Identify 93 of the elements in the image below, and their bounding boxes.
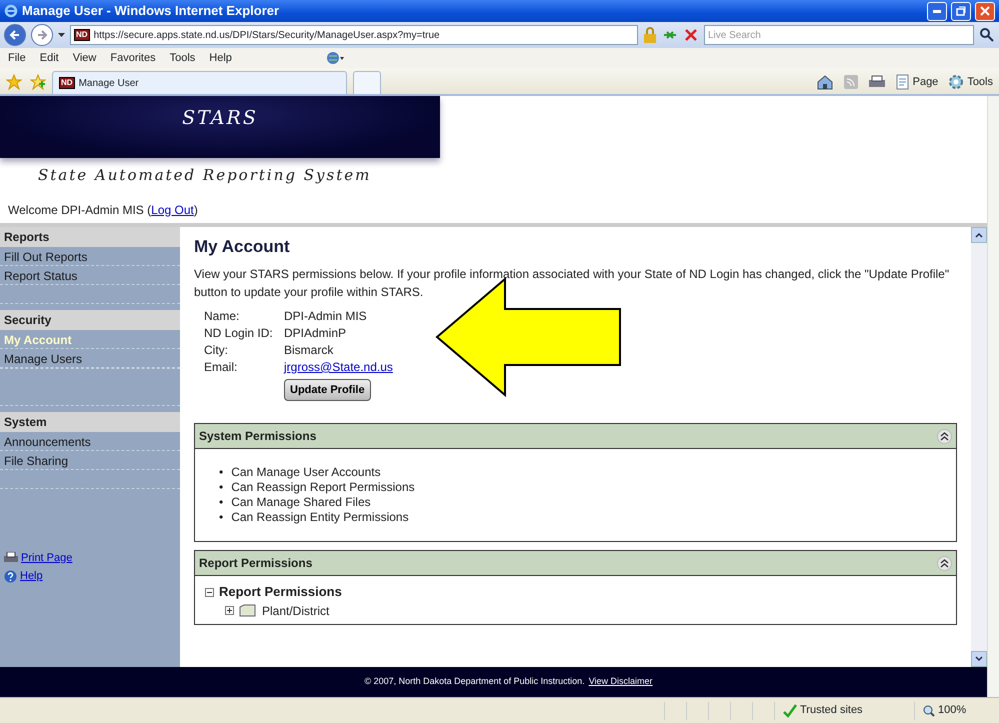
welcome-text: ) xyxy=(194,202,198,216)
panel-title: Report Permissions xyxy=(199,555,312,572)
logout-link[interactable]: Log Out xyxy=(151,202,194,216)
field-label: Email: xyxy=(204,360,238,375)
disclaimer-link[interactable]: View Disclaimer xyxy=(588,675,653,689)
bullet: • xyxy=(219,510,224,526)
site-logo-icon: ND xyxy=(74,29,90,41)
sidebar-link[interactable]: Print Page xyxy=(0,548,180,567)
add-favorite-icon[interactable] xyxy=(30,74,46,90)
intro-text: View your STARS permissions below. If your profile information associated with your State of ND Login has changed, click the "Update Profile" button to update your profile within STARS. xyxy=(194,266,950,301)
menu-item[interactable]: Edit xyxy=(40,50,59,66)
right-arrow-icon xyxy=(36,29,48,41)
sidebar-heading: System xyxy=(0,412,180,432)
globe-icon[interactable] xyxy=(326,50,344,65)
menu-item[interactable]: File xyxy=(8,50,26,66)
sidebar-item[interactable]: Fill Out Reports xyxy=(0,246,180,266)
printer-icon[interactable] xyxy=(868,74,886,90)
restore-icon xyxy=(955,5,967,17)
folder-icon xyxy=(239,604,257,618)
tree-node-label[interactable]: Report Permissions xyxy=(219,582,342,602)
tree-node-label[interactable]: Plant/District xyxy=(262,602,330,620)
page-heading: My Account xyxy=(194,236,291,257)
menu-item[interactable]: Help xyxy=(209,50,232,66)
site-subtitle: State Automated Reporting System xyxy=(37,165,372,186)
update-profile-button[interactable]: Update Profile xyxy=(284,378,371,402)
sidebar-heading: Reports xyxy=(0,226,180,246)
checkmark-icon xyxy=(783,704,797,718)
minimize-button[interactable] xyxy=(927,2,947,20)
close-button[interactable] xyxy=(975,2,995,20)
star-icon[interactable] xyxy=(6,74,22,90)
menu-item[interactable]: Favorites xyxy=(110,50,156,66)
home-icon[interactable] xyxy=(816,74,834,90)
minimize-icon xyxy=(933,10,941,12)
help-icon xyxy=(4,570,17,583)
left-arrow-icon xyxy=(9,29,21,41)
sidebar-item[interactable]: Manage Users xyxy=(0,348,180,368)
double-chevron-icon xyxy=(940,432,949,441)
site-logo: STARS xyxy=(182,107,258,129)
close-icon xyxy=(979,5,991,17)
search-icon[interactable] xyxy=(979,27,995,43)
scroll-down-button[interactable] xyxy=(971,651,987,667)
panel-title: System Permissions xyxy=(199,428,316,446)
security-zone-text: Trusted sites xyxy=(800,703,863,718)
sidebar-item[interactable]: Report Status xyxy=(0,266,180,284)
permission-item: Can Manage Shared Files xyxy=(231,495,371,510)
bullet: • xyxy=(219,480,224,496)
bullet: • xyxy=(219,495,224,510)
page-icon xyxy=(896,74,910,90)
collapse-button[interactable] xyxy=(937,428,952,444)
field-value: DPIAdminP xyxy=(284,326,346,340)
sidebar-item[interactable]: File Sharing xyxy=(0,450,180,470)
field-label: Name: xyxy=(204,308,240,324)
welcome-text: Welcome DPI-Admin MIS ( xyxy=(8,202,152,216)
browser-tab[interactable]: ND Manage User xyxy=(52,71,347,94)
field-value: Bismarck xyxy=(284,342,334,357)
printer-icon xyxy=(4,552,18,564)
up-chevron-icon xyxy=(975,232,983,238)
permission-item: Can Reassign Report Permissions xyxy=(231,480,415,496)
site-logo-icon: ND xyxy=(59,77,75,89)
bullet: • xyxy=(219,465,224,480)
address-field[interactable]: ND https://secure.apps.state.nd.us/DPI/Stars/Security/ManageUser.aspx?my=true xyxy=(70,25,638,45)
sidebar-item[interactable]: Announcements xyxy=(0,432,180,450)
expander-icon[interactable] xyxy=(205,588,214,597)
browser-logo-icon xyxy=(4,4,18,18)
stop-icon[interactable] xyxy=(683,27,699,43)
sidebar-link[interactable]: Help xyxy=(0,567,180,586)
window-title: Manage User - Windows Internet Explorer xyxy=(22,2,280,20)
menu-item[interactable]: View xyxy=(72,50,96,66)
page-menu-button[interactable]: Page xyxy=(896,74,938,90)
plus-icon xyxy=(226,607,233,614)
scroll-up-button[interactable] xyxy=(971,226,987,242)
permission-item: Can Manage User Accounts xyxy=(231,465,381,480)
email-link[interactable]: jrgross@State.nd.us xyxy=(284,360,393,374)
tools-menu-button[interactable]: Tools xyxy=(948,74,993,90)
expander-icon[interactable] xyxy=(225,606,234,616)
permission-item: Can Reassign Entity Permissions xyxy=(231,510,409,526)
collapse-button[interactable] xyxy=(937,556,952,571)
dropdown-caret-icon[interactable] xyxy=(58,33,65,37)
forward-button[interactable] xyxy=(31,24,53,46)
double-chevron-icon xyxy=(940,558,949,568)
restore-button[interactable] xyxy=(951,2,971,20)
menu-item[interactable]: Tools xyxy=(170,50,196,66)
gear-icon xyxy=(948,74,964,90)
field-label: City: xyxy=(204,342,229,358)
sidebar-heading: Security xyxy=(0,310,180,330)
zoom-icon xyxy=(923,704,935,716)
field-label: ND Login ID: xyxy=(204,326,274,341)
back-button[interactable] xyxy=(4,24,26,46)
zoom-control[interactable]: 100% xyxy=(914,702,999,720)
down-chevron-icon xyxy=(975,656,983,662)
search-field[interactable]: Live Search xyxy=(704,25,974,45)
footer-text: © 2007, North Dakota Department of Public Instruction. xyxy=(364,675,585,688)
field-value: DPI-Admin MIS xyxy=(284,308,367,323)
